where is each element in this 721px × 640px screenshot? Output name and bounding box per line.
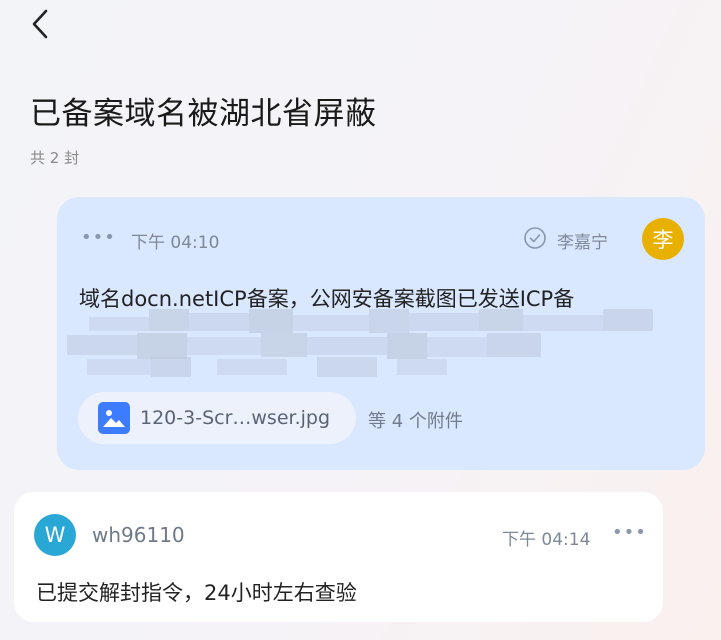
redacted-text [57, 309, 705, 379]
message-time: 下午 04:10 [131, 233, 220, 253]
sender-name: wh96110 [92, 523, 185, 547]
back-button[interactable] [26, 6, 58, 42]
page-title: 已备案域名被湖北省屏蔽 [30, 96, 377, 132]
check-circle-icon [524, 227, 546, 249]
avatar-letter: W [44, 523, 66, 547]
message-time: 下午 04:14 [502, 530, 591, 550]
chevron-left-icon [32, 9, 48, 39]
image-icon [98, 402, 130, 434]
more-options-button[interactable]: ••• [81, 227, 116, 248]
avatar[interactable]: W [34, 514, 76, 556]
avatar-letter: 李 [652, 228, 674, 252]
message-card[interactable]: ••• 下午 04:10 李嘉宁 李 域名docn.netICP备案，公网安备案… [57, 197, 705, 470]
attachment-chip[interactable]: 120-3-Scr…wser.jpg [78, 392, 356, 444]
message-body: 已提交解封指令，24小时左右查验 [36, 581, 357, 605]
sender-name: 李嘉宁 [557, 233, 608, 253]
attachment-name: 120-3-Scr…wser.jpg [140, 407, 331, 429]
avatar[interactable]: 李 [642, 218, 684, 260]
more-attachments-link[interactable]: 等 4 个附件 [368, 407, 463, 433]
message-count: 共 2 封 [30, 149, 80, 167]
more-options-button[interactable]: ••• [612, 522, 647, 543]
message-card[interactable]: W wh96110 下午 04:14 ••• 已提交解封指令，24小时左右查验 [14, 492, 663, 622]
